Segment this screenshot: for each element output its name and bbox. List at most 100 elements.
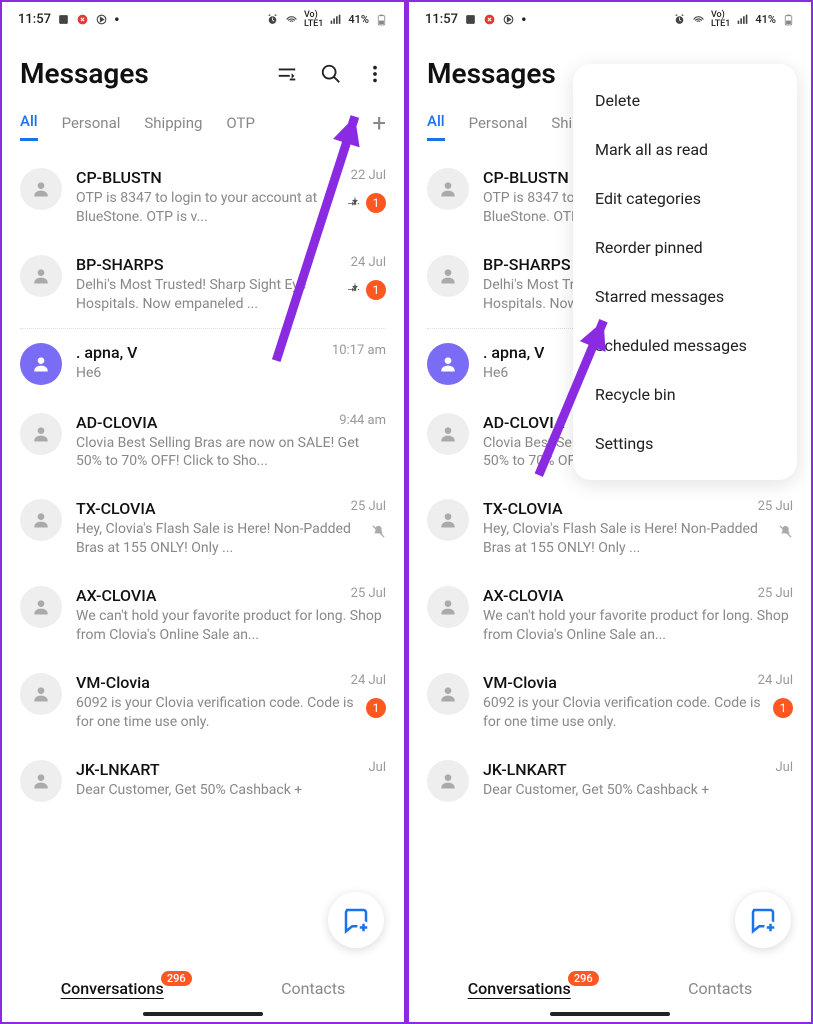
conversation-count-badge: 296 — [568, 971, 599, 986]
avatar — [20, 499, 62, 541]
search-icon[interactable] — [320, 63, 342, 85]
status-time: 11:57 — [425, 12, 458, 27]
conversation-item[interactable]: AX-CLOVIA25 Jul We can't hold your favor… — [409, 572, 811, 659]
conversation-item[interactable]: BP-SHARPS24 Jul Delhi's Most Trusted! Sh… — [2, 241, 404, 328]
conversation-list: CP-BLUSTN22 Jul OTP is 8347 to login to … — [2, 154, 404, 962]
conversation-item[interactable]: VM-Clovia24 Jul 6092 is your Clovia veri… — [2, 659, 404, 746]
unread-badge: 1 — [366, 280, 386, 300]
tab-all[interactable]: All — [427, 104, 445, 141]
conversation-name: VM-Clovia — [483, 673, 557, 692]
tab-shipping[interactable]: Shipping — [144, 106, 202, 140]
avatar — [427, 343, 469, 385]
tab-contacts[interactable]: Contacts — [688, 979, 752, 998]
avatar — [20, 255, 62, 297]
conversation-preview: Dear Customer, Get 50% Cashback + — [483, 781, 793, 800]
conversation-item[interactable]: JK-LNKART Jul Dear Customer, Get 50% Cash… — [2, 746, 404, 816]
conversation-date: 10:17 am — [332, 343, 386, 362]
conversation-date: 9:44 am — [339, 413, 386, 432]
conversation-name: BP-SHARPS — [483, 255, 571, 274]
conversation-name: JK-LNKART — [76, 760, 160, 779]
menu-item-reorder-pinned[interactable]: Reorder pinned — [573, 223, 797, 272]
tab-personal[interactable]: Personal — [469, 106, 528, 140]
conversation-name: TX-CLOVIA — [483, 499, 563, 518]
menu-item-settings[interactable]: Settings — [573, 419, 797, 468]
add-category-icon[interactable]: + — [372, 109, 386, 137]
conversation-item[interactable]: AX-CLOVIA25 Jul We can't hold your favor… — [2, 572, 404, 659]
tab-personal[interactable]: Personal — [62, 106, 121, 140]
compose-fab[interactable] — [328, 892, 384, 948]
conversation-preview: Hey, Clovia's Flash Sale is Here! Non-Pa… — [76, 520, 365, 558]
avatar — [427, 586, 469, 628]
conversation-name: AX-CLOVIA — [483, 586, 564, 605]
conversation-count-badge: 296 — [161, 971, 192, 986]
more-icon[interactable] — [364, 63, 386, 85]
avatar — [427, 673, 469, 715]
conversation-date: Jul — [368, 760, 386, 779]
bottom-nav: Conversations296 Contacts — [409, 962, 811, 1008]
avatar — [427, 499, 469, 541]
conversation-name: AX-CLOVIA — [76, 586, 157, 605]
menu-item-recycle-bin[interactable]: Recycle bin — [573, 370, 797, 419]
category-tabs: All Personal Shipping OTP + — [2, 104, 404, 154]
avatar — [20, 343, 62, 385]
menu-item-edit-categories[interactable]: Edit categories — [573, 174, 797, 223]
conversation-item[interactable]: AD-CLOVIA9:44 am Clovia Best Selling Bra… — [2, 399, 404, 486]
conversation-name: JK-LNKART — [483, 760, 567, 779]
conversation-preview: We can't hold your favorite product for … — [76, 607, 386, 645]
conversation-date: 25 Jul — [758, 499, 793, 518]
avatar — [427, 760, 469, 802]
menu-item-scheduled-messages[interactable]: Scheduled messages — [573, 321, 797, 370]
status-battery: 41% — [755, 13, 776, 26]
pin-icon — [348, 280, 362, 299]
conversation-date: Jul — [775, 760, 793, 779]
tab-conversations[interactable]: Conversations296 — [468, 979, 571, 998]
mute-icon — [778, 524, 793, 543]
unread-badge: 1 — [366, 698, 386, 718]
conversation-item[interactable]: . apna, V10:17 am He6 — [2, 329, 404, 399]
conversation-name: . apna, V — [76, 343, 137, 362]
avatar — [427, 413, 469, 455]
conversation-preview: 6092 is your Clovia verification code. C… — [76, 694, 360, 732]
conversation-item[interactable]: TX-CLOVIA25 Jul Hey, Clovia's Flash Sale… — [2, 485, 404, 572]
filter-icon[interactable] — [276, 63, 298, 85]
conversation-name: VM-Clovia — [76, 673, 150, 692]
conversation-name: . apna, V — [483, 343, 544, 362]
status-bar: 11:57 • Vo)LTE1 41% — [409, 2, 811, 37]
conversation-date: 24 Jul — [758, 673, 793, 692]
tab-conversations[interactable]: Conversations296 — [61, 979, 164, 998]
status-battery: 41% — [348, 13, 369, 26]
home-indicator — [550, 1012, 670, 1016]
tab-contacts[interactable]: Contacts — [281, 979, 345, 998]
overflow-menu: DeleteMark all as readEdit categoriesReo… — [573, 64, 797, 480]
tab-otp[interactable]: OTP — [226, 106, 255, 140]
conversation-item[interactable]: CP-BLUSTN22 Jul OTP is 8347 to login to … — [2, 154, 404, 241]
conversation-name: TX-CLOVIA — [76, 499, 156, 518]
avatar — [20, 586, 62, 628]
menu-item-delete[interactable]: Delete — [573, 76, 797, 125]
avatar — [20, 168, 62, 210]
conversation-item[interactable]: TX-CLOVIA25 Jul Hey, Clovia's Flash Sale… — [409, 485, 811, 572]
conversation-preview: Dear Customer, Get 50% Cashback + — [76, 781, 386, 800]
header: Messages — [2, 37, 404, 104]
avatar — [20, 413, 62, 455]
conversation-name: BP-SHARPS — [76, 255, 164, 274]
conversation-date: 22 Jul — [351, 168, 386, 187]
conversation-name: CP-BLUSTN — [483, 168, 569, 187]
avatar — [427, 255, 469, 297]
page-title: Messages — [20, 57, 149, 90]
unread-badge: 1 — [773, 698, 793, 718]
compose-fab[interactable] — [735, 892, 791, 948]
conversation-item[interactable]: JK-LNKART Jul Dear Customer, Get 50% Cash… — [409, 746, 811, 816]
conversation-preview: OTP is 8347 to login to your account at … — [76, 189, 342, 227]
menu-item-mark-all-as-read[interactable]: Mark all as read — [573, 125, 797, 174]
pin-icon — [348, 194, 362, 213]
menu-item-starred-messages[interactable]: Starred messages — [573, 272, 797, 321]
conversation-item[interactable]: VM-Clovia24 Jul 6092 is your Clovia veri… — [409, 659, 811, 746]
avatar — [427, 168, 469, 210]
tab-all[interactable]: All — [20, 104, 38, 141]
conversation-name: AD-CLOVIA — [483, 413, 565, 432]
status-time: 11:57 — [18, 12, 51, 27]
conversation-preview: We can't hold your favorite product for … — [483, 607, 793, 645]
bottom-nav: Conversations296 Contacts — [2, 962, 404, 1008]
home-indicator — [143, 1012, 263, 1016]
